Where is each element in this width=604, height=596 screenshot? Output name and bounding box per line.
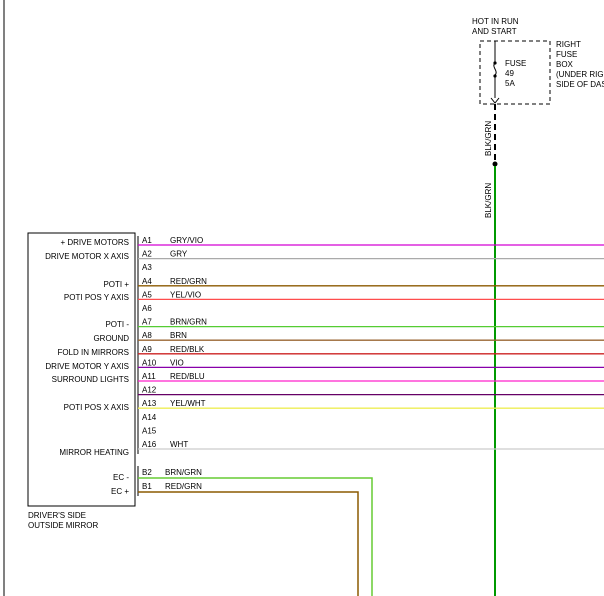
fuse-box-label-5: SIDE OF DASH) [556, 80, 604, 89]
wire-color-label: BRN [170, 331, 187, 340]
fuse-rating: 5A [505, 79, 515, 88]
connector-a-pin: A2 [142, 250, 152, 259]
wiring-diagram: HOT IN RUN AND START RIGHT FUSE BOX (UND… [3, 0, 604, 596]
pin-function-label: EC - [113, 473, 129, 482]
wire-color-label: RED/GRN [170, 277, 207, 286]
pin-function-label: POTI POS X AXIS [64, 403, 129, 412]
wire-color-label: GRY [170, 250, 188, 259]
wire-color-label: YEL/WHT [170, 399, 206, 408]
fuse-box [479, 40, 551, 105]
fuse-symbol [493, 62, 497, 76]
circuit-wire [138, 477, 373, 596]
component-name-line1: DRIVER'S SIDE [28, 511, 86, 520]
connector-a-pin: A9 [142, 345, 152, 354]
wire-color-label: YEL/VIO [170, 290, 201, 299]
wire-color-label: WHT [170, 440, 188, 449]
connector-a-pin: A12 [142, 386, 157, 395]
connector-b: B2 BRN/GRN EC - B1 RED/GRN EC + [111, 466, 373, 596]
feed-wire-label-lower: BLK/GRN [484, 183, 493, 218]
fuse-box-terminal [490, 97, 500, 104]
connector-a-pin: A3 [142, 263, 152, 272]
wire-color-label: RED/BLK [170, 345, 205, 354]
power-source-line2: AND START [472, 27, 517, 36]
connector-b-pin: B2 [142, 468, 152, 477]
connector-a-pin: A7 [142, 318, 152, 327]
connector-a-pin: A10 [142, 358, 157, 367]
wire-color-label: RED/GRN [165, 482, 202, 491]
component-name-line2: OUTSIDE MIRROR [28, 521, 98, 530]
feed-wire-label-upper: BLK/GRN [484, 121, 493, 156]
fuse-box-label-4: (UNDER RIGHT [556, 70, 604, 79]
pin-function-label: EC + [111, 487, 129, 496]
connector-a-pin: A5 [142, 290, 152, 299]
pin-function-label: POTI - [105, 320, 129, 329]
connector-a-pin: A13 [142, 399, 157, 408]
pin-function-label: POTI + [103, 280, 129, 289]
fuse-number: 49 [505, 69, 514, 78]
wire-color-label: BRN/GRN [170, 318, 207, 327]
fuse-box-label-1: RIGHT [556, 40, 581, 49]
pin-function-label: SURROUND LIGHTS [52, 375, 129, 384]
pin-function-label: POTI POS Y AXIS [64, 293, 129, 302]
fuse-box-label-3: BOX [556, 60, 574, 69]
connector-a-pin: A11 [142, 372, 156, 381]
connector-a-pin: A14 [142, 413, 157, 422]
power-source-line1: HOT IN RUN [472, 17, 519, 26]
feed-wire-splice [492, 161, 498, 167]
mirror-heating-label: MIRROR HEATING [59, 448, 129, 457]
connector-b-pin: B1 [142, 482, 152, 491]
circuit-wire [138, 491, 359, 596]
fuse-box-label-2: FUSE [556, 50, 577, 59]
connector-a-pin: A8 [142, 331, 152, 340]
wire-color-label: RED/BLU [170, 372, 205, 381]
connector-a-pin: A6 [142, 304, 152, 313]
fuse-name: FUSE [505, 59, 526, 68]
pin-function-label: + DRIVE MOTORS [60, 238, 129, 247]
pin-function-label: FOLD IN MIRRORS [57, 348, 129, 357]
connector-a-pin: A15 [142, 426, 157, 435]
wire-color-label: VIO [170, 358, 184, 367]
wire-color-label: GRY/VIO [170, 236, 203, 245]
pin-function-label: DRIVE MOTOR Y AXIS [45, 362, 129, 371]
pin-function-label: DRIVE MOTOR X AXIS [45, 252, 129, 261]
wire-color-label: BRN/GRN [165, 468, 202, 477]
connector-a-pin: A16 [142, 440, 157, 449]
pin-function-label: GROUND [93, 334, 129, 343]
connector-a-pin: A4 [142, 277, 152, 286]
connector-a-pin: A1 [142, 236, 152, 245]
